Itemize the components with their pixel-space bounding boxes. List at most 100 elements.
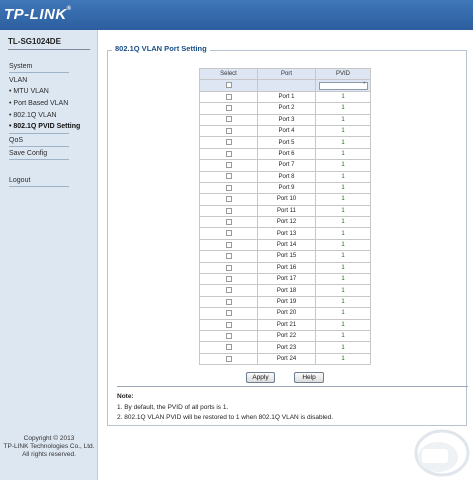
divider	[9, 159, 69, 160]
table-row: Port 16 1	[199, 261, 371, 275]
port-select-checkbox[interactable]	[225, 332, 232, 339]
pvid-cell: 1	[315, 113, 371, 126]
sidebar-item-8021q-vlan[interactable]: • 802.1Q VLAN	[9, 112, 57, 119]
table-row: Port 41	[199, 124, 371, 138]
pvid-cell: 1	[315, 204, 371, 218]
select-cell	[199, 352, 258, 366]
sidebar-item-vlan[interactable]: VLAN	[9, 77, 27, 84]
select-cell	[199, 159, 258, 172]
pvid-cell: 1	[315, 216, 371, 229]
select-cell	[199, 102, 258, 115]
port-select-checkbox[interactable]	[225, 173, 232, 180]
table-row: Port 11 1	[199, 204, 371, 218]
tp-link-logo: TP-LINK®	[4, 6, 72, 23]
port-select-checkbox[interactable]	[225, 116, 232, 123]
port-select-checkbox[interactable]	[225, 275, 232, 282]
port-cell: Port 5	[257, 136, 316, 149]
select-cell	[199, 284, 258, 297]
port-cell: Port 22	[257, 329, 316, 343]
select-cell	[199, 307, 258, 320]
select-cell	[199, 250, 258, 263]
sidebar-item-qos[interactable]: QoS	[9, 137, 23, 144]
port-select-checkbox[interactable]	[225, 241, 232, 248]
table-row: Port 31	[199, 113, 371, 126]
port-select-checkbox[interactable]	[225, 321, 232, 328]
edit-row: *	[199, 79, 371, 92]
sidebar-item-logout[interactable]: Logout	[9, 177, 30, 184]
port-select-checkbox[interactable]	[225, 93, 232, 100]
port-cell: Port 19	[257, 295, 316, 309]
model-name: TL-SG1024DE	[8, 37, 61, 46]
table-row: Port 24 1	[199, 352, 371, 366]
port-select-checkbox[interactable]	[225, 127, 232, 134]
table-row: Port 13 1	[199, 227, 371, 240]
select-cell	[199, 204, 258, 218]
port-pvid-table: Select Port PVID * Port 1 1 Port 2 1 Port 31…	[199, 67, 371, 366]
copyright-line: All rights reserved.	[22, 451, 76, 458]
port-select-checkbox[interactable]	[225, 253, 232, 260]
table-row: Port 11	[199, 90, 371, 104]
pvid-cell: 1	[315, 170, 371, 183]
port-select-checkbox[interactable]	[225, 344, 232, 351]
port-select-checkbox[interactable]	[225, 207, 232, 214]
port-select-checkbox[interactable]	[225, 162, 232, 169]
table-row: Port 22 1	[199, 329, 371, 343]
port-select-checkbox[interactable]	[225, 355, 232, 362]
sidebar-item-8021q-pvid-setting[interactable]: • 802.1Q PVID Setting	[9, 123, 80, 130]
pvid-cell: 1	[315, 124, 371, 138]
edit-row-pvid-cell: *	[315, 79, 371, 92]
port-select-checkbox[interactable]	[225, 298, 232, 305]
edit-row-port-cell	[257, 79, 316, 92]
table-row: Port 51	[199, 136, 371, 149]
port-cell: Port 24	[257, 352, 316, 366]
pvid-cell: 1	[315, 159, 371, 172]
port-cell: Port 13	[257, 227, 316, 240]
select-cell	[199, 90, 258, 104]
port-select-checkbox[interactable]	[225, 287, 232, 294]
port-cell: Port 9	[257, 181, 316, 195]
pvid-cell: 1	[315, 284, 371, 297]
port-select-checkbox[interactable]	[225, 150, 232, 157]
select-cell	[199, 124, 258, 138]
pvid-cell: 1	[315, 238, 371, 252]
select-cell	[199, 341, 258, 354]
table-row: Port 21 1	[199, 318, 371, 332]
select-all-checkbox[interactable]	[225, 82, 232, 89]
table-row: Port 10 1	[199, 193, 371, 206]
sidebar-item-system[interactable]: System	[9, 63, 32, 70]
port-select-checkbox[interactable]	[225, 230, 232, 237]
pvid-cell: 1	[315, 318, 371, 332]
port-select-checkbox[interactable]	[225, 184, 232, 191]
column-header-port: Port	[257, 67, 316, 81]
table-row: Port 12 1	[199, 216, 371, 229]
port-cell: Port 7	[257, 159, 316, 172]
port-select-checkbox[interactable]	[225, 139, 232, 146]
port-cell: Port 4	[257, 124, 316, 138]
table-row: Port 23 1	[199, 341, 371, 354]
pvid-cell: 1	[315, 352, 371, 366]
pvid-cell: 1	[315, 147, 371, 161]
table-row: Port 18 1	[199, 284, 371, 297]
required-asterisk: *	[363, 81, 366, 88]
divider	[8, 49, 90, 50]
sidebar-item-save-config[interactable]: Save Config	[9, 150, 47, 157]
pvid-cell: 1	[315, 329, 371, 343]
pvid-cell: 1	[315, 250, 371, 263]
select-cell	[199, 113, 258, 126]
apply-button[interactable]: Apply	[246, 372, 275, 383]
select-cell	[199, 295, 258, 309]
port-select-checkbox[interactable]	[225, 196, 232, 203]
watermark-logo	[414, 429, 470, 477]
port-select-checkbox[interactable]	[225, 105, 232, 112]
divider	[9, 146, 69, 147]
port-select-checkbox[interactable]	[225, 218, 232, 225]
table-row: Port 91	[199, 181, 371, 195]
sidebar-item-mtu-vlan[interactable]: • MTU VLAN	[9, 88, 49, 95]
sidebar-item-port-based-vlan[interactable]: • Port Based VLAN	[9, 100, 68, 107]
port-select-checkbox[interactable]	[225, 310, 232, 317]
select-cell	[199, 238, 258, 252]
select-cell	[199, 227, 258, 240]
help-button[interactable]: Help	[294, 372, 324, 383]
pvid-input[interactable]: *	[318, 81, 368, 90]
port-select-checkbox[interactable]	[225, 264, 232, 271]
